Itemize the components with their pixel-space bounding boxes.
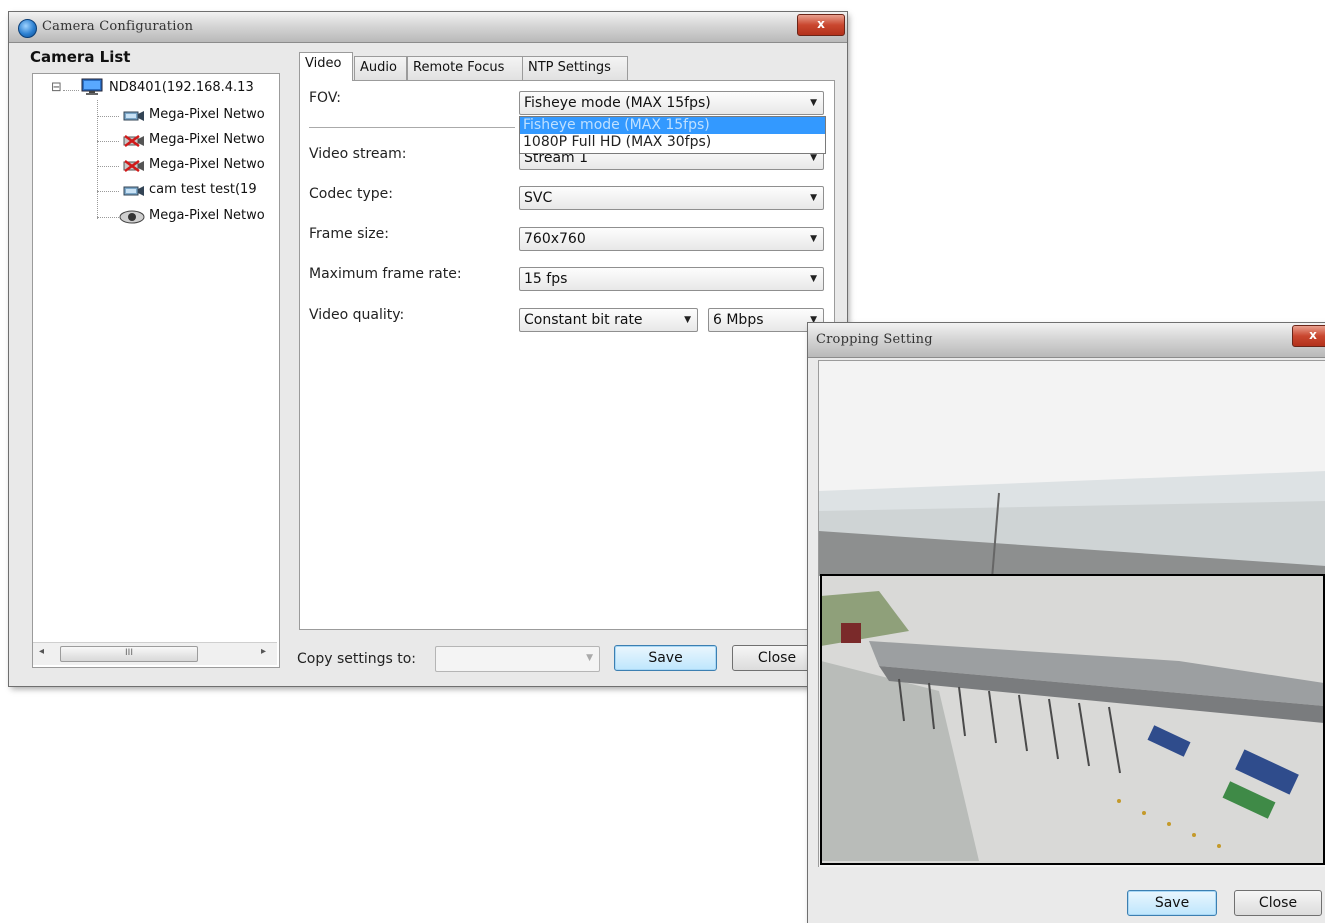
scroll-right-arrow-icon[interactable]: ▸	[261, 646, 266, 657]
chevron-down-icon: ▼	[684, 315, 691, 325]
camera-disconnected-icon	[123, 159, 145, 173]
max-frame-rate-select[interactable]: 15 fps ▼	[519, 267, 824, 291]
save-button[interactable]: Save	[614, 645, 717, 671]
cropping-close-button[interactable]: Close	[1234, 890, 1322, 916]
tree-item-camera[interactable]: Mega-Pixel Netwo	[149, 107, 265, 122]
frame-size-label: Frame size:	[309, 226, 389, 242]
dome-camera-icon	[119, 209, 145, 225]
fov-option-fisheye[interactable]: Fisheye mode (MAX 15fps)	[520, 117, 825, 134]
tree-expand-toggle[interactable]: ⊟	[51, 80, 62, 95]
tree-connector-line	[97, 100, 98, 219]
cropping-save-button[interactable]: Save	[1127, 890, 1217, 916]
max-frame-rate-label: Maximum frame rate:	[309, 266, 462, 282]
codec-type-value: SVC	[524, 190, 553, 206]
fov-selected-value: Fisheye mode (MAX 15fps)	[524, 95, 711, 111]
tab-remote-focus[interactable]: Remote Focus	[407, 56, 529, 80]
video-quality-mode-select[interactable]: Constant bit rate ▼	[519, 308, 698, 332]
max-frame-rate-value: 15 fps	[524, 271, 568, 287]
cropping-close-icon[interactable]: x	[1292, 325, 1325, 347]
tree-connector-line	[97, 217, 119, 218]
chevron-down-icon: ▼	[586, 653, 593, 663]
scroll-left-arrow-icon[interactable]: ◂	[39, 646, 44, 657]
camera-preview-image[interactable]	[818, 360, 1325, 867]
fov-dropdown-list[interactable]: Fisheye mode (MAX 15fps) 1080P Full HD (…	[519, 116, 826, 154]
camera-disconnected-icon	[123, 134, 145, 148]
camera-list-label: Camera List	[30, 48, 131, 66]
tree-item-camera[interactable]: Mega-Pixel Netwo	[149, 132, 265, 147]
tree-root-nvr[interactable]: ND8401(192.168.4.13	[109, 80, 254, 95]
tree-connector-line	[63, 90, 79, 91]
frame-size-select[interactable]: 760x760 ▼	[519, 227, 824, 251]
tree-item-camera[interactable]: Mega-Pixel Netwo	[149, 157, 265, 172]
camera-tree[interactable]: ⊟ ND8401(192.168.4.13 Mega-Pixel Netwo M…	[32, 73, 280, 668]
copy-settings-label: Copy settings to:	[297, 651, 417, 667]
cropping-title-bar[interactable]: Cropping Setting x	[808, 323, 1325, 358]
video-quality-mode-value: Constant bit rate	[524, 312, 643, 328]
video-quality-bitrate-value: 6 Mbps	[713, 312, 764, 328]
chevron-down-icon: ▼	[810, 193, 817, 203]
tree-connector-line	[97, 166, 119, 167]
chevron-down-icon: ▼	[810, 98, 817, 108]
section-divider	[309, 127, 515, 128]
tree-connector-line	[97, 191, 119, 192]
chevron-down-icon: ▼	[810, 234, 817, 244]
fov-label: FOV:	[309, 90, 341, 106]
fov-select[interactable]: Fisheye mode (MAX 15fps) ▼	[519, 91, 824, 115]
tree-item-camera[interactable]: Mega-Pixel Netwo	[149, 208, 265, 223]
window-close-button[interactable]: x	[797, 14, 845, 36]
scroll-thumb[interactable]: III	[60, 646, 198, 662]
nvr-monitor-icon	[81, 78, 103, 95]
chevron-down-icon: ▼	[810, 274, 817, 284]
tree-horizontal-scrollbar[interactable]: ◂ III ▸	[33, 642, 277, 665]
camera-icon	[123, 110, 145, 122]
tree-connector-line	[97, 141, 119, 142]
tab-video[interactable]: Video	[299, 52, 353, 81]
video-quality-bitrate-select[interactable]: 6 Mbps ▼	[708, 308, 824, 332]
camera-icon	[123, 185, 145, 197]
cropping-window-title: Cropping Setting	[816, 332, 933, 347]
video-stream-label: Video stream:	[309, 146, 407, 162]
codec-type-select[interactable]: SVC ▼	[519, 186, 824, 210]
tab-ntp-settings[interactable]: NTP Settings	[522, 56, 628, 80]
frame-size-value: 760x760	[524, 231, 586, 247]
tree-connector-line	[97, 116, 119, 117]
video-quality-label: Video quality:	[309, 307, 405, 323]
fov-option-1080p[interactable]: 1080P Full HD (MAX 30fps)	[523, 134, 711, 151]
window-title: Camera Configuration	[42, 19, 194, 34]
codec-type-label: Codec type:	[309, 186, 393, 202]
app-logo-icon	[18, 19, 37, 38]
title-bar[interactable]: Camera Configuration x	[9, 12, 847, 43]
tab-audio[interactable]: Audio	[354, 56, 407, 80]
copy-settings-select[interactable]: ▼	[435, 646, 600, 672]
tree-item-camera[interactable]: cam test test(19	[149, 182, 257, 197]
